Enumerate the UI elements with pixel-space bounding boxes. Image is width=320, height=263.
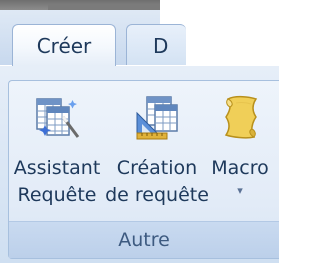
- group-autre: Assistant Requête Création de requête Ma…: [8, 80, 279, 259]
- macro-label: Macro ▾: [211, 155, 269, 198]
- ribbon-panel: Assistant Requête Création de requête Ma…: [0, 65, 279, 263]
- query-design-label-line2: de requête: [105, 184, 209, 206]
- query-wizard-icon: [36, 98, 80, 138]
- query-design-button[interactable]: Création de requête: [105, 81, 209, 223]
- chevron-down-icon[interactable]: ▾: [211, 184, 269, 198]
- query-wizard-label-line2: Requête: [17, 184, 97, 206]
- query-design-label-line1: Création: [116, 157, 198, 179]
- query-wizard-button[interactable]: Assistant Requête: [11, 81, 103, 223]
- ribbon-tab-bar: Créer D: [0, 10, 279, 66]
- query-design-label: Création de requête: [105, 155, 209, 209]
- query-wizard-label-line1: Assistant: [13, 157, 101, 179]
- macro-button[interactable]: Macro ▾: [205, 81, 275, 223]
- group-label-autre: Autre: [9, 221, 279, 258]
- tab-donnees-externes[interactable]: D: [126, 24, 186, 66]
- query-design-icon: [136, 96, 178, 140]
- query-wizard-label: Assistant Requête: [14, 155, 101, 209]
- tab-creer[interactable]: Créer: [12, 24, 116, 66]
- macro-label-line1: Macro: [211, 157, 269, 179]
- macro-scroll-icon: [224, 95, 258, 139]
